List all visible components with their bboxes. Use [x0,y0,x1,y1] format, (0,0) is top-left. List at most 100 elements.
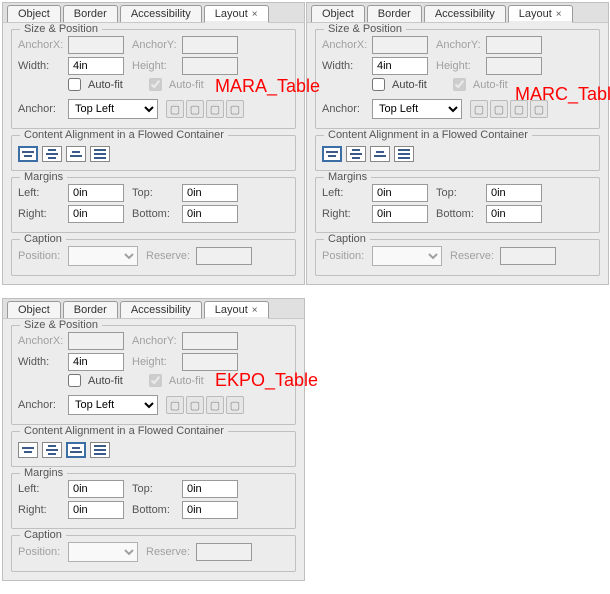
label-height: Height: [132,60,178,72]
rotate-270-icon[interactable]: ▢ [226,396,244,414]
checkbox-autofit-height [149,374,162,387]
rotate-90-icon[interactable]: ▢ [186,396,204,414]
input-width[interactable] [68,57,124,75]
label-autofit-height: Auto-fit [473,79,508,91]
align-top-icon[interactable] [322,146,342,162]
rotate-90-icon[interactable]: ▢ [186,100,204,118]
align-bottom-icon[interactable] [370,146,390,162]
input-margin-right[interactable] [68,205,124,223]
label-reserve: Reserve: [146,546,192,558]
group-title: Size & Position [20,319,102,331]
label-anchor: Anchor: [18,103,64,115]
label-anchor: Anchor: [322,103,368,115]
align-middle-icon[interactable] [42,146,62,162]
rotate-180-icon[interactable]: ▢ [510,100,528,118]
input-margin-right[interactable] [68,501,124,519]
input-margin-top[interactable] [486,184,542,202]
tab-object[interactable]: Object [311,5,365,22]
layout-panel-ekpo: Object Border Accessibility Layout× Size… [2,298,305,581]
align-justify-icon[interactable] [90,442,110,458]
select-anchor[interactable]: Top Left [372,99,462,119]
label-anchory: AnchorY: [132,39,178,51]
label-autofit-width: Auto-fit [392,79,427,91]
checkbox-autofit-width[interactable] [68,374,81,387]
label-autofit-width: Auto-fit [88,375,123,387]
tab-border[interactable]: Border [63,301,118,318]
align-middle-icon[interactable] [346,146,366,162]
group-title: Content Alignment in a Flowed Container [324,129,532,141]
rotate-0-icon[interactable]: ▢ [470,100,488,118]
input-reserve [500,247,556,265]
align-bottom-icon[interactable] [66,146,86,162]
tab-accessibility[interactable]: Accessibility [424,5,506,22]
rotate-0-icon[interactable]: ▢ [166,396,184,414]
input-margin-bottom[interactable] [182,205,238,223]
rotate-270-icon[interactable]: ▢ [226,100,244,118]
rotate-180-icon[interactable]: ▢ [206,100,224,118]
close-icon[interactable]: × [252,305,258,316]
input-margin-left[interactable] [68,480,124,498]
tab-layout[interactable]: Layout× [508,5,573,22]
checkbox-autofit-width[interactable] [372,78,385,91]
tabstrip: Object Border Accessibility Layout× [3,3,304,23]
close-icon[interactable]: × [556,9,562,20]
input-anchorx [68,332,124,350]
align-top-icon[interactable] [18,146,38,162]
input-margin-left[interactable] [372,184,428,202]
label-position: Position: [322,250,368,262]
label-width: Width: [18,356,64,368]
tab-layout[interactable]: Layout× [204,301,269,318]
select-anchor[interactable]: Top Left [68,99,158,119]
close-icon[interactable]: × [252,9,258,20]
align-bottom-icon[interactable] [66,442,86,458]
rotate-0-icon[interactable]: ▢ [166,100,184,118]
input-margin-top[interactable] [182,480,238,498]
group-size-position: Size & Position AnchorX: AnchorY: Width:… [11,29,296,129]
input-margin-top[interactable] [182,184,238,202]
group-title: Content Alignment in a Flowed Container [20,425,228,437]
rotate-180-icon[interactable]: ▢ [206,396,224,414]
align-top-icon[interactable] [18,442,38,458]
layout-panel-mara: Object Border Accessibility Layout× Size… [2,2,305,285]
tab-object[interactable]: Object [7,301,61,318]
select-caption-position [68,542,138,562]
input-width[interactable] [372,57,428,75]
tab-accessibility[interactable]: Accessibility [120,301,202,318]
tab-layout[interactable]: Layout× [204,5,269,22]
layout-panel-marc: Object Border Accessibility Layout× Size… [306,2,609,285]
input-margin-bottom[interactable] [486,205,542,223]
align-justify-icon[interactable] [90,146,110,162]
label-left: Left: [18,483,64,495]
group-content-alignment: Content Alignment in a Flowed Container [315,135,600,171]
tab-border[interactable]: Border [63,5,118,22]
align-justify-icon[interactable] [394,146,414,162]
label-width: Width: [322,60,368,72]
alignment-buttons [322,146,593,162]
label-anchorx: AnchorX: [18,39,64,51]
input-margin-bottom[interactable] [182,501,238,519]
group-title: Caption [324,233,370,245]
rotate-270-icon[interactable]: ▢ [530,100,548,118]
label-autofit-width: Auto-fit [88,79,123,91]
input-margin-right[interactable] [372,205,428,223]
group-content-alignment: Content Alignment in a Flowed Container [11,431,296,467]
label-reserve: Reserve: [146,250,192,262]
tab-accessibility[interactable]: Accessibility [120,5,202,22]
tab-border[interactable]: Border [367,5,422,22]
group-title: Margins [20,467,67,479]
input-margin-left[interactable] [68,184,124,202]
label-top: Top: [436,187,482,199]
select-anchor[interactable]: Top Left [68,395,158,415]
select-caption-position [372,246,442,266]
input-width[interactable] [68,353,124,371]
group-margins: Margins Left: Top: Right: Bottom: [11,473,296,529]
label-right: Right: [18,504,64,516]
rotate-90-icon[interactable]: ▢ [490,100,508,118]
group-title: Margins [20,171,67,183]
group-caption: Caption Position: Reserve: [11,535,296,572]
checkbox-autofit-width[interactable] [68,78,81,91]
tab-object[interactable]: Object [7,5,61,22]
label-height: Height: [132,356,178,368]
label-anchorx: AnchorX: [18,335,64,347]
align-middle-icon[interactable] [42,442,62,458]
